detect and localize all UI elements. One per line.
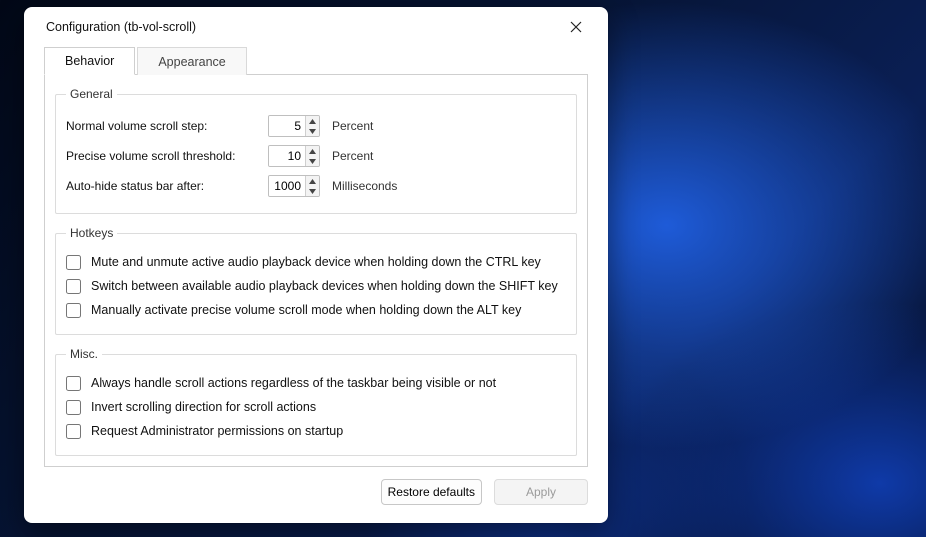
row-precise-threshold: Precise volume scroll threshold: Percent xyxy=(66,141,566,171)
precise-threshold-down[interactable] xyxy=(306,156,319,166)
group-hotkeys-legend: Hotkeys xyxy=(66,226,117,240)
checkbox-switch-shift-input[interactable] xyxy=(66,279,81,294)
precise-threshold-spinner xyxy=(268,145,320,167)
checkbox-switch-shift[interactable]: Switch between available audio playback … xyxy=(66,274,566,298)
chevron-down-icon xyxy=(309,129,316,134)
checkbox-invert[interactable]: Invert scrolling direction for scroll ac… xyxy=(66,395,566,419)
client-area: Behavior Appearance General Normal volum… xyxy=(24,47,608,523)
footer-buttons: Restore defaults Apply xyxy=(44,479,588,505)
chevron-up-icon xyxy=(309,179,316,184)
autohide-unit: Milliseconds xyxy=(332,179,397,193)
precise-threshold-up[interactable] xyxy=(306,146,319,156)
precise-threshold-label: Precise volume scroll threshold: xyxy=(66,149,256,163)
desktop-background: Configuration (tb-vol-scroll) Behavior A… xyxy=(0,0,926,537)
group-general: General Normal volume scroll step: Perce… xyxy=(55,87,577,214)
autohide-spinner xyxy=(268,175,320,197)
group-general-legend: General xyxy=(66,87,117,101)
autohide-label: Auto-hide status bar after: xyxy=(66,179,256,193)
checkbox-always-handle-label: Always handle scroll actions regardless … xyxy=(91,376,496,390)
restore-defaults-button[interactable]: Restore defaults xyxy=(381,479,482,505)
autohide-down[interactable] xyxy=(306,186,319,196)
group-hotkeys: Hotkeys Mute and unmute active audio pla… xyxy=(55,226,577,335)
checkbox-always-handle-input[interactable] xyxy=(66,376,81,391)
normal-step-down[interactable] xyxy=(306,126,319,136)
row-autohide: Auto-hide status bar after: Milliseconds xyxy=(66,171,566,201)
checkbox-admin[interactable]: Request Administrator permissions on sta… xyxy=(66,419,566,443)
checkbox-admin-input[interactable] xyxy=(66,424,81,439)
autohide-up[interactable] xyxy=(306,176,319,186)
close-icon xyxy=(570,21,582,33)
checkbox-invert-input[interactable] xyxy=(66,400,81,415)
tab-appearance-label: Appearance xyxy=(158,55,225,69)
autohide-spin-buttons xyxy=(305,176,319,196)
tab-strip: Behavior Appearance xyxy=(44,47,588,75)
tab-appearance[interactable]: Appearance xyxy=(137,47,246,75)
chevron-up-icon xyxy=(309,149,316,154)
tab-behavior-label: Behavior xyxy=(65,54,114,68)
close-button[interactable] xyxy=(558,13,594,41)
precise-threshold-spin-buttons xyxy=(305,146,319,166)
normal-step-up[interactable] xyxy=(306,116,319,126)
checkbox-mute-ctrl-label: Mute and unmute active audio playback de… xyxy=(91,255,541,269)
checkbox-switch-shift-label: Switch between available audio playback … xyxy=(91,279,558,293)
group-misc: Misc. Always handle scroll actions regar… xyxy=(55,347,577,456)
normal-step-spin-buttons xyxy=(305,116,319,136)
config-window: Configuration (tb-vol-scroll) Behavior A… xyxy=(24,7,608,523)
checkbox-mute-ctrl-input[interactable] xyxy=(66,255,81,270)
checkbox-precise-alt-input[interactable] xyxy=(66,303,81,318)
checkbox-always-handle[interactable]: Always handle scroll actions regardless … xyxy=(66,371,566,395)
chevron-down-icon xyxy=(309,159,316,164)
checkbox-invert-label: Invert scrolling direction for scroll ac… xyxy=(91,400,316,414)
titlebar: Configuration (tb-vol-scroll) xyxy=(24,7,608,47)
apply-button[interactable]: Apply xyxy=(494,479,588,505)
tab-behavior[interactable]: Behavior xyxy=(44,47,135,75)
window-title: Configuration (tb-vol-scroll) xyxy=(46,20,196,34)
chevron-down-icon xyxy=(309,189,316,194)
normal-step-unit: Percent xyxy=(332,119,373,133)
group-misc-legend: Misc. xyxy=(66,347,102,361)
chevron-up-icon xyxy=(309,119,316,124)
checkbox-precise-alt[interactable]: Manually activate precise volume scroll … xyxy=(66,298,566,322)
normal-step-input[interactable] xyxy=(269,116,305,136)
normal-step-label: Normal volume scroll step: xyxy=(66,119,256,133)
checkbox-admin-label: Request Administrator permissions on sta… xyxy=(91,424,343,438)
checkbox-mute-ctrl[interactable]: Mute and unmute active audio playback de… xyxy=(66,250,566,274)
normal-step-spinner xyxy=(268,115,320,137)
precise-threshold-unit: Percent xyxy=(332,149,373,163)
precise-threshold-input[interactable] xyxy=(269,146,305,166)
autohide-input[interactable] xyxy=(269,176,305,196)
checkbox-precise-alt-label: Manually activate precise volume scroll … xyxy=(91,303,521,317)
row-normal-step: Normal volume scroll step: Percent xyxy=(66,111,566,141)
tab-panel-behavior: General Normal volume scroll step: Perce… xyxy=(44,74,588,467)
